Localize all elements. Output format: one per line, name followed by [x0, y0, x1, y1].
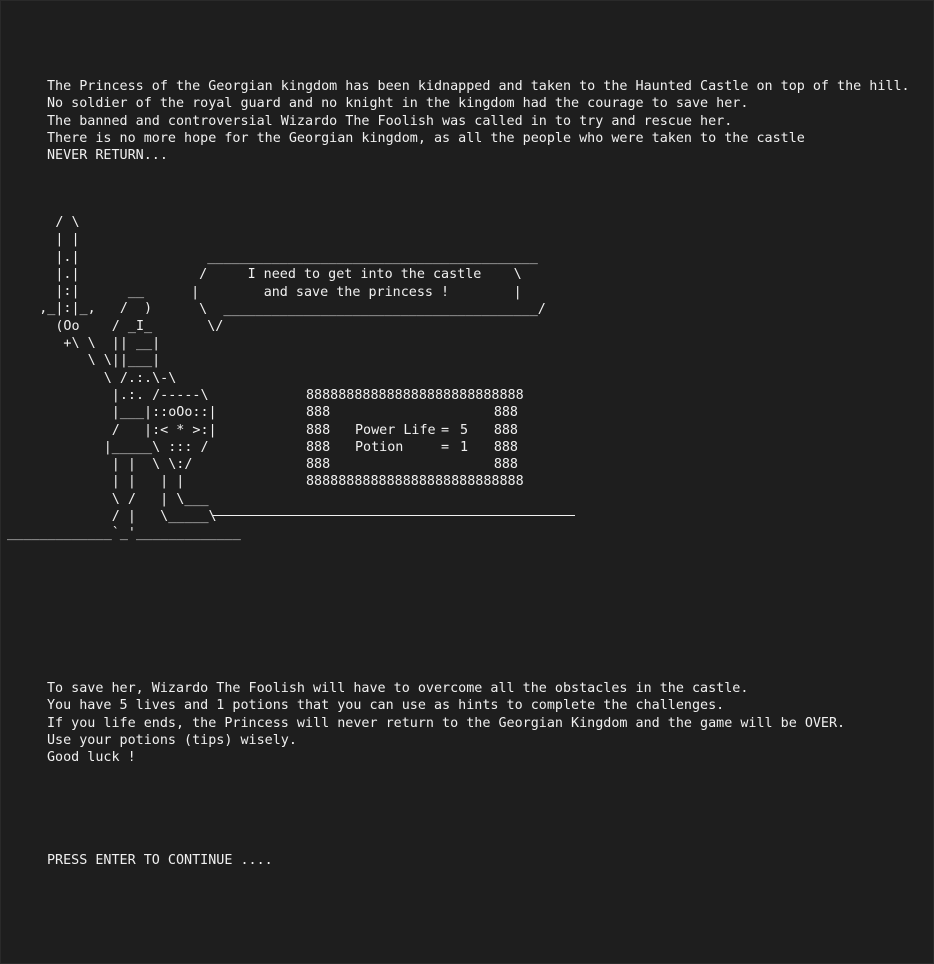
status-border-top: 888888888888888888888888888: [306, 388, 524, 403]
instruction-line: To save her, Wizardo The Foolish will ha…: [47, 681, 749, 696]
instruction-line: You have 5 lives and 1 potions that you …: [47, 698, 725, 714]
intro-line: The Princess of the Georgian kingdom has…: [47, 79, 910, 94]
status-row-potion: 888 Potion = 1 888: [306, 439, 518, 456]
intro-line: NEVER RETURN...: [47, 148, 168, 164]
status-row-empty: 888 888: [306, 456, 518, 473]
intro-line: No soldier of the royal guard and no kni…: [47, 96, 749, 112]
status-border-bottom: 888888888888888888888888888: [306, 474, 524, 490]
intro-line: The banned and controversial Wizardo The…: [47, 113, 733, 129]
terminal-window: The Princess of the Georgian kingdom has…: [0, 0, 934, 964]
instructions-text: To save her, Wizardo The Foolish will ha…: [47, 680, 845, 766]
potion-equals: =: [441, 439, 450, 455]
status-box-edge: 888: [493, 422, 518, 438]
intro-line: There is no more hope for the Georgian k…: [47, 130, 805, 146]
status-box-edge: 888: [493, 439, 518, 455]
status-box-edge: 888: [306, 439, 331, 455]
instruction-line: Use your potions (tips) wisely.: [47, 732, 297, 748]
instruction-line: Good luck !: [47, 750, 136, 766]
speech-line-2: and save the princess !: [263, 284, 450, 300]
status-box-edge: 888: [493, 405, 518, 421]
speech-line-1: I need to get into the castle: [247, 267, 482, 283]
status-box-edge: 888: [306, 405, 331, 421]
status-box-edge: 888: [306, 422, 331, 438]
status-row-power-life: 888 Power Life = 5 888: [306, 422, 518, 439]
power-life-value: 5: [460, 422, 469, 438]
press-enter-prompt[interactable]: PRESS ENTER TO CONTINUE ....: [47, 852, 273, 869]
status-row-empty: 888 888: [306, 404, 518, 421]
power-life-equals: =: [441, 422, 450, 438]
speech-bubble: ________________________________________…: [191, 250, 546, 335]
status-box: 888888888888888888888888888 888 888 888 …: [306, 387, 524, 491]
instruction-line: If you life ends, the Princess will neve…: [47, 715, 846, 731]
power-life-label: Power Life: [355, 422, 436, 438]
ground-line: [213, 515, 575, 516]
status-box-edge: 888: [306, 457, 331, 473]
potion-value: 1: [460, 439, 469, 455]
intro-story: The Princess of the Georgian kingdom has…: [47, 78, 910, 164]
potion-label: Potion: [355, 439, 404, 455]
status-box-edge: 888: [493, 457, 518, 473]
